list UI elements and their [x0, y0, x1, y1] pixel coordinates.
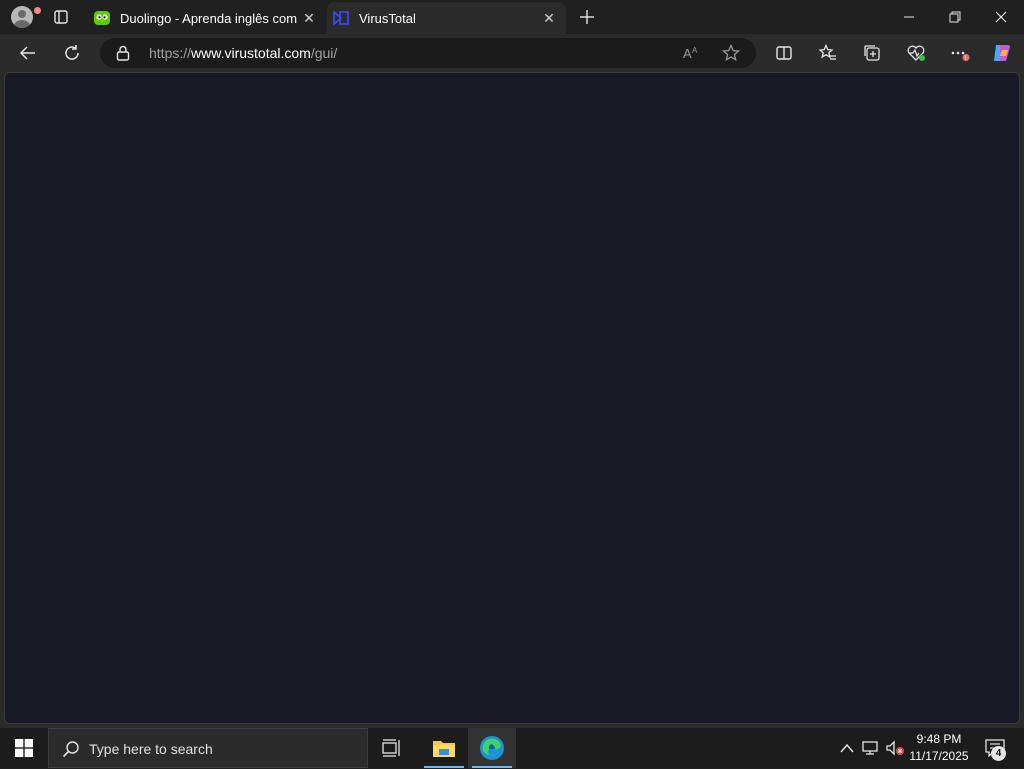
- chevron-up-icon: [840, 743, 854, 753]
- tab-actions-icon: [54, 10, 68, 24]
- copilot-icon: [994, 45, 1010, 61]
- read-aloud-icon[interactable]: A A: [680, 43, 702, 63]
- new-tab-button[interactable]: [572, 0, 602, 34]
- minimize-button[interactable]: [886, 0, 932, 34]
- network-icon: [862, 741, 878, 755]
- url-path: /gui/: [310, 45, 338, 61]
- settings-more-button[interactable]: !: [944, 38, 976, 68]
- split-screen-icon: [776, 46, 792, 60]
- tab-virustotal[interactable]: VirusTotal ✕: [327, 2, 566, 34]
- back-button[interactable]: [12, 38, 44, 68]
- network-button[interactable]: [860, 728, 882, 768]
- windows-logo-icon: [15, 739, 33, 757]
- plus-icon: [580, 10, 594, 24]
- taskbar-search-box[interactable]: Type here to search: [48, 728, 368, 768]
- tab-title: VirusTotal: [359, 10, 416, 26]
- clock-time: 9:48 PM: [916, 732, 962, 746]
- restore-button[interactable]: [932, 0, 978, 34]
- web-page-content[interactable]: [4, 72, 1020, 724]
- tab-bar: Duolingo - Aprenda inglês com lições ✕ V…: [0, 0, 1024, 34]
- favorites-button[interactable]: [812, 38, 844, 68]
- refresh-button[interactable]: [56, 38, 88, 68]
- search-placeholder: Type here to search: [89, 741, 213, 757]
- browser-essentials-button[interactable]: [900, 38, 932, 68]
- close-window-button[interactable]: [978, 0, 1024, 34]
- url-host: www.virustotal.com: [191, 45, 311, 61]
- browser-toolbar: https://www.virustotal.com/gui/ A A !: [0, 34, 1024, 72]
- close-icon[interactable]: ✕: [540, 9, 558, 27]
- system-clock[interactable]: 9:48 PM 11/17/2025: [904, 728, 974, 768]
- favorite-star-icon[interactable]: [720, 43, 742, 63]
- clock-date: 11/17/2025: [909, 749, 969, 763]
- refresh-icon: [65, 45, 79, 60]
- heart-pulse-icon: [907, 45, 925, 61]
- show-hidden-icons-button[interactable]: [836, 728, 858, 768]
- back-arrow-icon: [19, 46, 35, 60]
- svg-text:A: A: [692, 46, 698, 55]
- minimize-icon: [904, 16, 914, 18]
- url-scheme: https://: [149, 45, 192, 61]
- address-bar[interactable]: https://www.virustotal.com/gui/ A A: [100, 38, 756, 68]
- start-button[interactable]: [0, 728, 48, 768]
- close-icon[interactable]: ✕: [300, 9, 318, 27]
- edge-icon: [480, 736, 504, 760]
- tab-title: Duolingo - Aprenda inglês com lições: [120, 10, 298, 26]
- duolingo-owl-icon: [94, 10, 110, 26]
- tab-duolingo[interactable]: Duolingo - Aprenda inglês com lições ✕: [88, 2, 326, 34]
- url-text[interactable]: https://www.virustotal.com/gui/: [149, 38, 337, 68]
- avatar: [11, 6, 33, 28]
- lock-icon[interactable]: [114, 44, 132, 62]
- folder-icon: [433, 741, 455, 757]
- svg-text:A: A: [683, 46, 692, 61]
- volume-button[interactable]: [884, 728, 906, 768]
- task-view-icon: [382, 739, 400, 757]
- split-screen-button[interactable]: [768, 38, 800, 68]
- notification-count-badge: 4: [991, 746, 1006, 761]
- virustotal-icon: [333, 10, 349, 26]
- volume-muted-icon: [886, 740, 904, 756]
- windows-taskbar: Type here to search 9:48 PM 11/17/2025 4: [0, 728, 1024, 768]
- file-explorer-button[interactable]: [420, 728, 468, 768]
- more-dots-icon: !: [951, 51, 970, 62]
- restore-icon: [949, 11, 961, 23]
- search-icon: [61, 739, 81, 759]
- close-icon: [995, 11, 1007, 23]
- collections-icon: [864, 45, 880, 61]
- favorites-icon: [819, 44, 836, 60]
- collections-button[interactable]: [856, 38, 888, 68]
- profile-button[interactable]: [6, 0, 42, 34]
- profile-notification-dot: [33, 6, 42, 15]
- copilot-button[interactable]: [986, 38, 1018, 68]
- tab-actions-button[interactable]: [46, 0, 76, 34]
- edge-taskbar-button[interactable]: [468, 728, 516, 768]
- task-view-button[interactable]: [368, 728, 416, 768]
